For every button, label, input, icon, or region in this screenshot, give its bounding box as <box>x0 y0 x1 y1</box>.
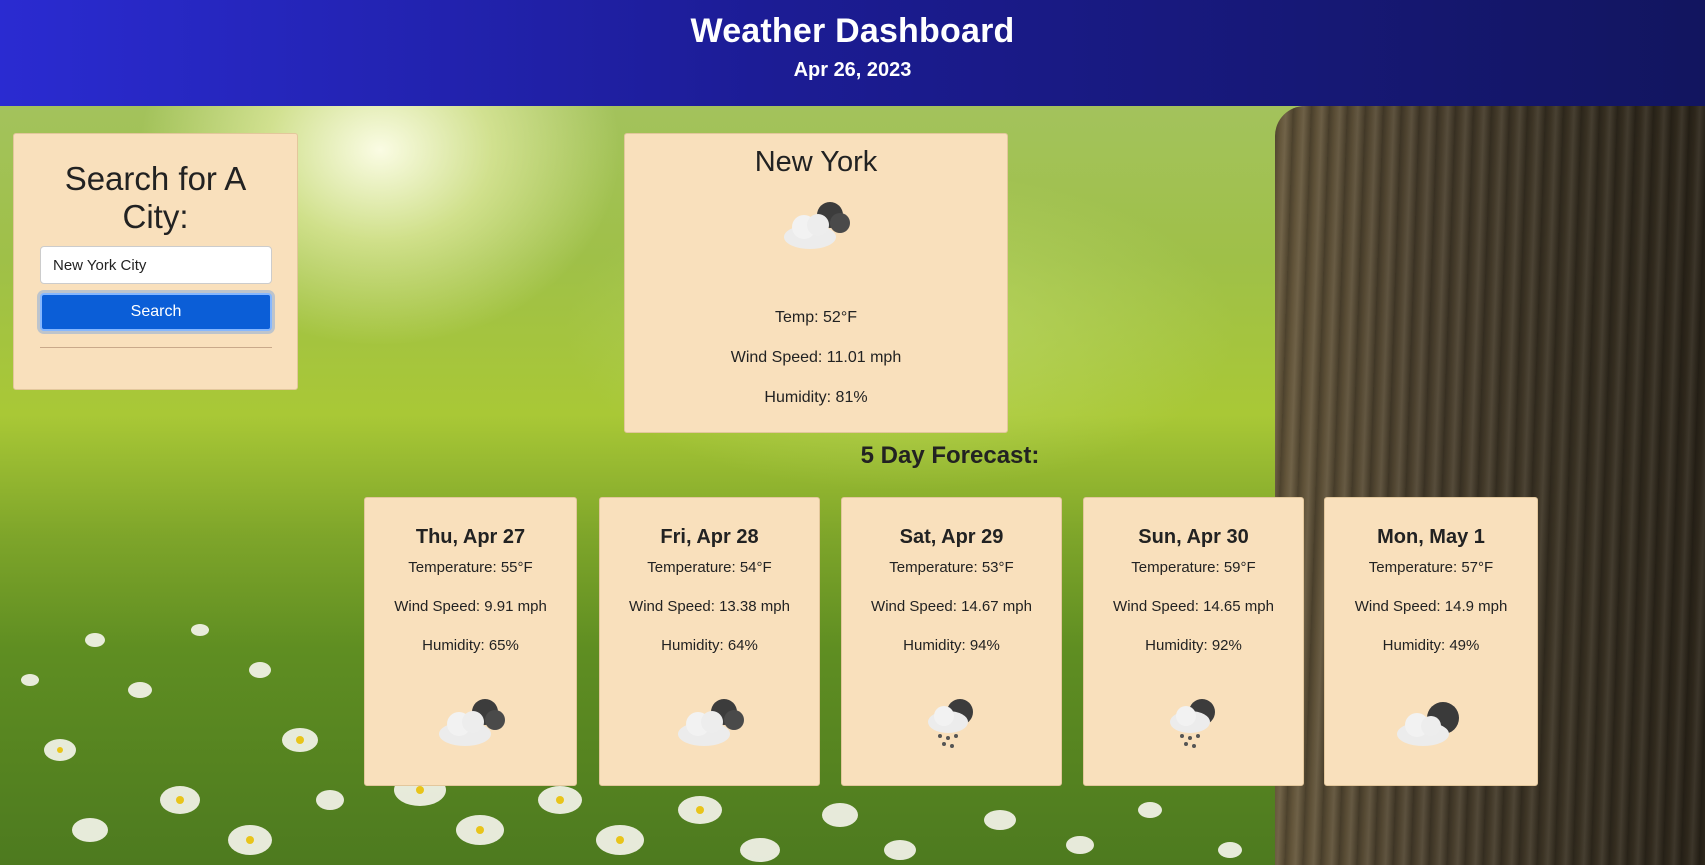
cloud-night-icon <box>677 699 744 746</box>
forecast-wind-speed: Wind Speed: 9.91 mph <box>394 598 547 615</box>
forecast-temp: Temperature: 57°F <box>1368 559 1494 576</box>
forecast-card: Thu, Apr 27 Temperature: 55°F Wind Speed… <box>364 497 577 786</box>
forecast-temp: Temperature: 53°F <box>889 559 1014 576</box>
forecast-temp: Temperature: 55°F <box>408 559 533 576</box>
forecast-wind-speed: Wind Speed: 14.67 mph <box>871 598 1032 615</box>
forecast-date: Sun, Apr 30 <box>1138 526 1249 548</box>
forecast-date: Fri, Apr 28 <box>660 526 759 548</box>
forecast-wind-speed: Wind Speed: 13.38 mph <box>629 598 790 615</box>
cloud-night-icon <box>438 699 505 746</box>
current-temp: Temp: 52°F <box>775 309 857 326</box>
forecast-humidity: Humidity: 64% <box>661 637 758 654</box>
forecast-humidity: Humidity: 65% <box>422 637 519 654</box>
current-wind-speed: Wind Speed: 11.01 mph <box>730 349 902 366</box>
forecast-humidity: Humidity: 49% <box>1382 637 1480 654</box>
forecast-date: Sat, Apr 29 <box>899 526 1004 548</box>
forecast-card: Fri, Apr 28 Temperature: 54°F Wind Speed… <box>599 497 820 786</box>
forecast-card: Mon, May 1 Temperature: 57°F Wind Speed:… <box>1324 497 1538 786</box>
forecast-date: Mon, May 1 <box>1377 526 1485 548</box>
search-button[interactable]: Search <box>40 293 272 331</box>
cloud-night-icon <box>784 202 850 249</box>
rain-night-icon <box>927 699 973 748</box>
app-title: Weather Dashboard <box>690 12 1015 50</box>
app-header: Weather Dashboard Apr 26, 2023 <box>0 0 1705 106</box>
current-weather-card: New York Temp: 52°F Wind Speed: 11.01 mp… <box>624 133 1008 433</box>
search-heading: Search for A City: <box>64 160 247 235</box>
forecast-section: 5 Day Forecast: <box>0 442 1705 470</box>
search-panel: Search for A City: Search <box>13 133 298 390</box>
current-city-name: New York <box>754 146 878 178</box>
current-date: Apr 26, 2023 <box>793 59 912 81</box>
rain-night-icon <box>1169 699 1215 748</box>
city-search-input[interactable] <box>40 246 272 284</box>
forecast-wind-speed: Wind Speed: 14.65 mph <box>1113 598 1274 615</box>
forecast-temp: Temperature: 59°F <box>1131 559 1256 576</box>
forecast-title: 5 Day Forecast: <box>860 442 1040 469</box>
search-divider <box>40 347 272 348</box>
forecast-card: Sun, Apr 30 Temperature: 59°F Wind Speed… <box>1083 497 1304 786</box>
forecast-temp: Temperature: 54°F <box>647 559 772 576</box>
forecast-wind-speed: Wind Speed: 14.9 mph <box>1354 598 1508 615</box>
cloud-moon-icon <box>1397 702 1459 746</box>
current-humidity: Humidity: 81% <box>764 389 868 406</box>
forecast-humidity: Humidity: 94% <box>903 637 1000 654</box>
forecast-card: Sat, Apr 29 Temperature: 53°F Wind Speed… <box>841 497 1062 786</box>
forecast-humidity: Humidity: 92% <box>1145 637 1242 654</box>
forecast-date: Thu, Apr 27 <box>415 526 526 548</box>
